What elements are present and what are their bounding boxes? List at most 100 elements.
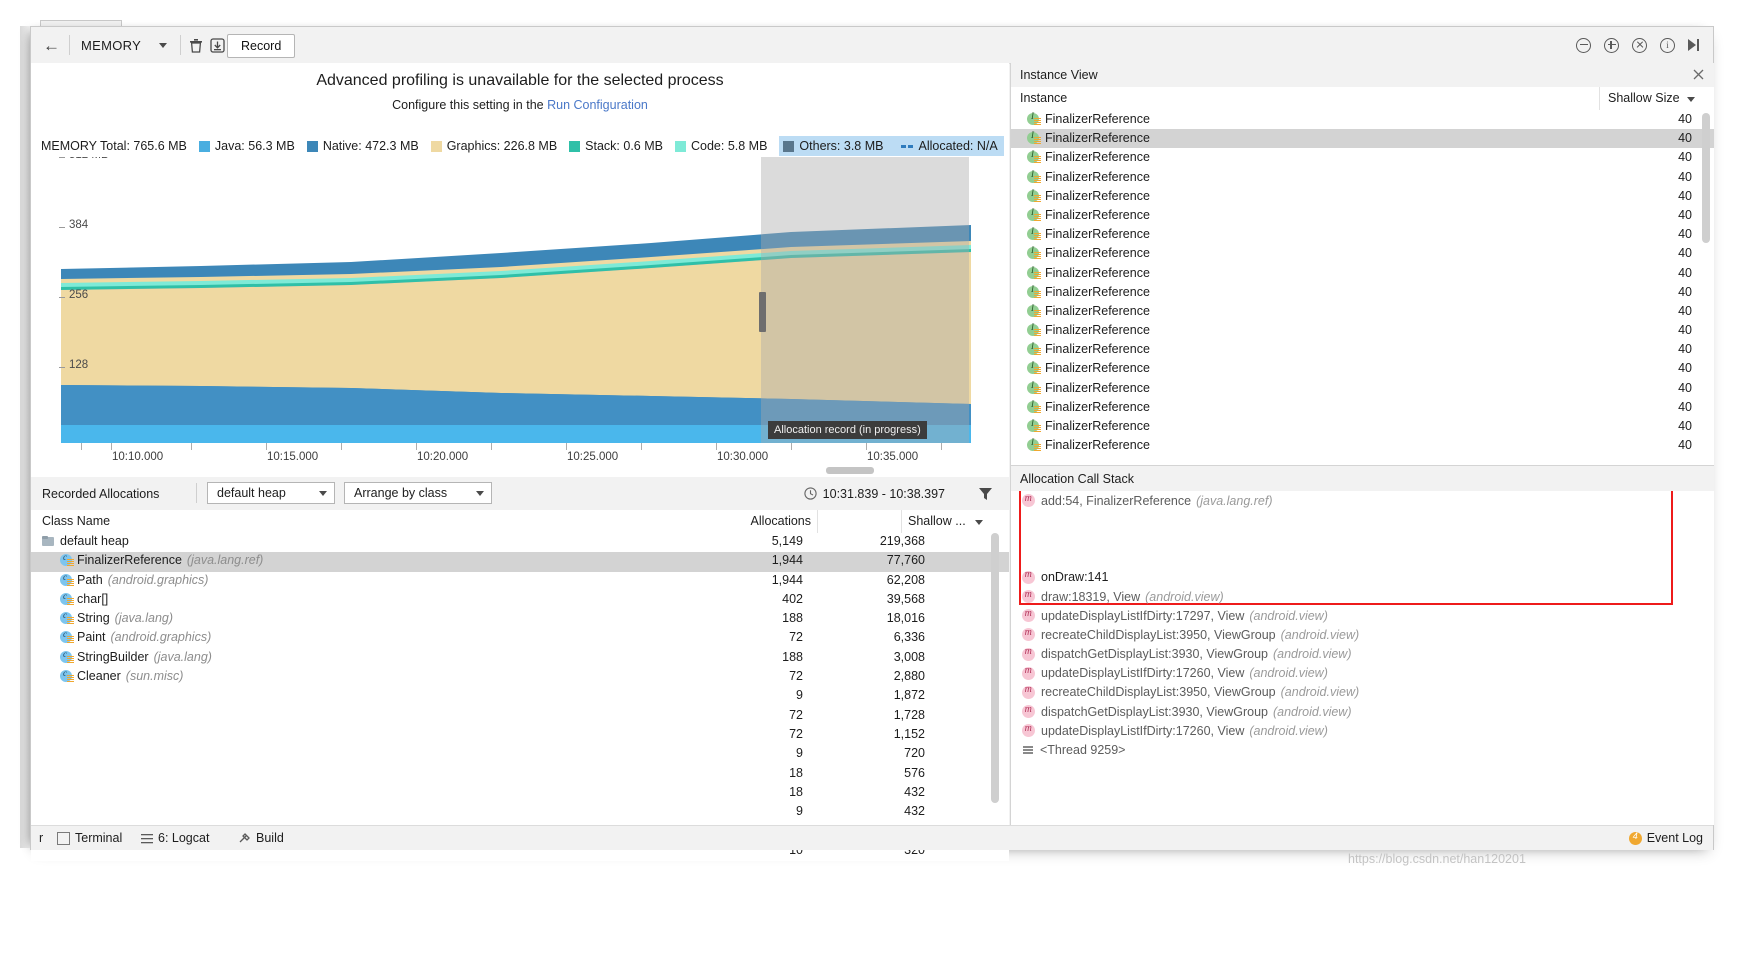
call-stack-frame[interactable]: recreateChildDisplayList:3950, ViewGroup… [1011, 683, 1714, 702]
allocation-selection-overlay[interactable] [761, 157, 969, 443]
call-stack-frame[interactable]: updateDisplayListIfDirty:17260, View (an… [1011, 664, 1714, 683]
heap-select[interactable]: default heap [207, 482, 335, 504]
sort-descending-icon[interactable] [975, 520, 983, 525]
instance-view-title: Instance View [1020, 68, 1098, 82]
list-item[interactable]: FinalizerReference 40 [1011, 110, 1714, 129]
instance-name: FinalizerReference [1045, 342, 1150, 357]
list-item[interactable]: FinalizerReference 40 [1011, 379, 1714, 398]
allocations-cell: 72 [789, 707, 803, 722]
list-item[interactable]: FinalizerReference 40 [1011, 321, 1714, 340]
call-stack-frame[interactable]: recreateChildDisplayList:3950, ViewGroup… [1011, 625, 1714, 644]
list-item[interactable]: FinalizerReference 40 [1011, 187, 1714, 206]
instance-cell: FinalizerReference [1027, 360, 1150, 375]
column-header-instance[interactable]: Instance [1020, 91, 1067, 105]
list-item[interactable]: FinalizerReference 40 [1011, 283, 1714, 302]
instance-name: FinalizerReference [1045, 265, 1150, 280]
instance-size: 40 [1678, 419, 1692, 433]
instance-name: FinalizerReference [1045, 323, 1150, 338]
table-row[interactable]: StringBuilder (java.lang) 188 3,008 [31, 649, 1009, 668]
filter-icon[interactable] [978, 486, 993, 501]
table-row[interactable]: String (java.lang) 188 18,016 [31, 610, 1009, 629]
instance-icon [1027, 322, 1041, 337]
list-item[interactable]: FinalizerReference 40 [1011, 264, 1714, 283]
table-row[interactable]: 18 576 [31, 765, 1009, 784]
call-stack-frame[interactable]: dispatchGetDisplayList:3930, ViewGroup (… [1011, 702, 1714, 721]
list-item[interactable]: FinalizerReference 40 [1011, 206, 1714, 225]
table-row[interactable]: 9 720 [31, 745, 1009, 764]
table-row[interactable]: 72 1,728 [31, 707, 1009, 726]
selection-drag-handle[interactable] [759, 292, 766, 332]
instance-icon [1027, 188, 1041, 202]
force-garbage-collection-button[interactable] [189, 27, 203, 63]
class-table-body[interactable]: default heap 5,149 219,368 FinalizerRefe… [31, 533, 1009, 861]
list-item[interactable]: FinalizerReference 40 [1011, 129, 1714, 149]
call-stack-frame[interactable]: dispatchGetDisplayList:3930, ViewGroup (… [1011, 645, 1714, 664]
frame-package: (java.lang.ref) [1196, 493, 1273, 508]
timeline-scrollbar-thumb[interactable] [826, 467, 874, 474]
list-item[interactable]: FinalizerReference 40 [1011, 302, 1714, 321]
method-icon [1022, 646, 1035, 661]
info-icon[interactable]: i [1660, 37, 1675, 53]
instance-table-scrollbar[interactable] [1702, 113, 1710, 243]
call-stack-frame[interactable]: add:54, FinalizerReference (java.lang.re… [1011, 491, 1714, 510]
zoom-out-icon[interactable] [1576, 37, 1591, 53]
table-row[interactable]: char[] 402 39,568 [31, 591, 1009, 610]
column-header-allocations[interactable]: Allocations [729, 514, 811, 528]
logcat-tab[interactable]: 6: Logcat [141, 826, 209, 850]
dump-java-heap-button[interactable] [210, 27, 225, 63]
jump-to-end-icon[interactable] [1688, 39, 1699, 51]
column-header-shallow-size[interactable]: Shallow ... [908, 514, 966, 528]
sort-descending-icon[interactable] [1687, 97, 1695, 102]
process-dropdown[interactable]: MEMORY [81, 27, 168, 63]
list-item[interactable]: FinalizerReference 40 [1011, 417, 1714, 436]
zoom-in-icon[interactable] [1604, 37, 1619, 53]
record-button[interactable]: Record [227, 34, 296, 58]
call-stack-thread[interactable]: <Thread 9259> [1011, 740, 1714, 759]
table-row[interactable]: Paint (android.graphics) 72 6,336 [31, 629, 1009, 648]
table-row[interactable]: FinalizerReference (java.lang.ref) 1,944… [31, 552, 1009, 572]
allocation-call-stack-body[interactable]: add:54, FinalizerReference (java.lang.re… [1011, 491, 1714, 825]
class-cell: char[] [60, 591, 113, 606]
close-icon[interactable] [1693, 69, 1704, 80]
table-row[interactable]: 18 432 [31, 784, 1009, 803]
frame-text: draw:18319, View [1041, 589, 1141, 604]
method-icon [1022, 665, 1035, 680]
arrange-select[interactable]: Arrange by class [344, 482, 492, 504]
call-stack-frame[interactable]: updateDisplayListIfDirty:17260, View (an… [1011, 721, 1714, 740]
shallow-cell: 720 [904, 746, 925, 761]
call-stack-frame[interactable]: draw:18319, View (android.view) [1011, 587, 1714, 606]
terminal-tab[interactable]: Terminal [57, 826, 122, 850]
list-item[interactable]: FinalizerReference 40 [1011, 359, 1714, 378]
list-item[interactable]: FinalizerReference 40 [1011, 340, 1714, 359]
list-item[interactable]: FinalizerReference 40 [1011, 168, 1714, 187]
list-item[interactable]: FinalizerReference 40 [1011, 244, 1714, 263]
table-row[interactable]: Cleaner (sun.misc) 72 2,880 [31, 668, 1009, 687]
call-stack-frame[interactable]: onDraw:141 [1011, 568, 1714, 587]
build-tab[interactable]: Build [239, 826, 284, 850]
legend-item-stack: Stack: 0.6 MB [569, 139, 663, 153]
list-item[interactable]: FinalizerReference 40 [1011, 225, 1714, 244]
shallow-cell: 39,568 [886, 591, 925, 606]
table-row[interactable]: 9 1,872 [31, 687, 1009, 706]
shallow-cell: 1,728 [893, 707, 925, 722]
class-table-scrollbar[interactable] [991, 533, 999, 803]
instance-icon [1027, 169, 1041, 183]
table-row[interactable]: 72 1,152 [31, 726, 1009, 745]
run-configuration-link[interactable]: Run Configuration [547, 98, 648, 112]
instance-name: FinalizerReference [1045, 284, 1150, 299]
column-header-class-name[interactable]: Class Name [42, 514, 110, 528]
table-row[interactable]: 9 432 [31, 803, 1009, 822]
memory-area-chart[interactable]: 512 MB 384 256 128 Allocation record (in… [31, 157, 1009, 443]
instance-size: 40 [1678, 131, 1692, 146]
list-item[interactable]: FinalizerReference 40 [1011, 398, 1714, 417]
table-row[interactable]: default heap 5,149 219,368 [31, 533, 1009, 552]
back-button[interactable]: ← [43, 27, 60, 63]
instance-table-body[interactable]: FinalizerReference 40 FinalizerReference 4… [1011, 110, 1714, 464]
list-item[interactable]: FinalizerReference 40 [1011, 148, 1714, 167]
event-log-button[interactable]: Event Log [1628, 826, 1703, 850]
reset-zoom-icon[interactable] [1632, 37, 1647, 53]
table-row[interactable]: Path (android.graphics) 1,944 62,208 [31, 572, 1009, 591]
column-header-shallow-size[interactable]: Shallow Size [1608, 91, 1680, 105]
list-item[interactable]: FinalizerReference 40 [1011, 436, 1714, 455]
call-stack-frame[interactable]: updateDisplayListIfDirty:17297, View (an… [1011, 606, 1714, 625]
